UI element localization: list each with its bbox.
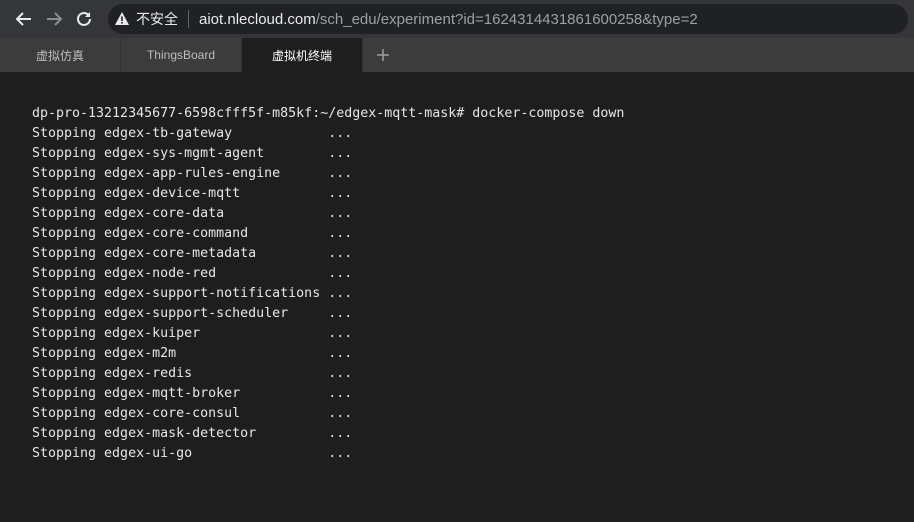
browser-toolbar: 不安全 aiot.nlecloud.com/sch_edu/experiment… (0, 0, 914, 38)
address-bar[interactable]: 不安全 aiot.nlecloud.com/sch_edu/experiment… (108, 4, 908, 34)
back-arrow-icon[interactable] (12, 7, 36, 31)
tab-bar: 虚拟仿真 ThingsBoard 虚拟机终端 (0, 38, 914, 72)
terminal-output-line: Stopping edgex-core-data ... (32, 206, 353, 221)
plus-icon (377, 49, 389, 61)
forward-arrow-icon[interactable] (42, 7, 66, 31)
url-path: /sch_edu/experiment?id=16243144318616002… (315, 10, 698, 28)
tab-vm-terminal[interactable]: 虚拟机终端 (242, 38, 363, 72)
security-label: 不安全 (136, 12, 178, 28)
terminal-output-line: Stopping edgex-m2m ... (32, 346, 353, 361)
terminal-output-line: Stopping edgex-core-consul ... (32, 406, 353, 421)
add-tab-button[interactable] (363, 38, 403, 72)
terminal-output-line: Stopping edgex-core-metadata ... (32, 246, 353, 261)
terminal-output-line: Stopping edgex-device-mqtt ... (32, 186, 353, 201)
terminal-output-line: Stopping edgex-tb-gateway ... (32, 126, 353, 141)
terminal-output-line: Stopping edgex-mask-detector ... (32, 426, 353, 441)
terminal-output-line: Stopping edgex-app-rules-engine ... (32, 166, 353, 181)
terminal-output[interactable]: dp-pro-13212345677-6598cfff5f-m85kf:~/ed… (32, 104, 902, 464)
terminal-output-line: Stopping edgex-support-scheduler ... (32, 306, 353, 321)
url-text[interactable]: aiot.nlecloud.com/sch_edu/experiment?id=… (199, 11, 698, 28)
terminal-output-line: Stopping edgex-mqtt-broker ... (32, 386, 353, 401)
url-host: aiot.nlecloud.com (199, 10, 316, 28)
terminal-output-line: Stopping edgex-sys-mgmt-agent ... (32, 146, 353, 161)
security-indicator[interactable]: 不安全 (114, 10, 189, 28)
terminal-output-line: Stopping edgex-ui-go ... (32, 446, 353, 461)
terminal-output-line: Stopping edgex-kuiper ... (32, 326, 353, 341)
terminal-output-line: Stopping edgex-core-command ... (32, 226, 353, 241)
warning-icon (115, 12, 129, 25)
terminal-output-line: Stopping edgex-redis ... (32, 366, 353, 381)
tab-thingsboard[interactable]: ThingsBoard (121, 38, 242, 72)
terminal-output-line: Stopping edgex-node-red ... (32, 266, 353, 281)
reload-icon[interactable] (72, 7, 96, 31)
terminal-command-line: dp-pro-13212345677-6598cfff5f-m85kf:~/ed… (32, 106, 625, 121)
tab-virtual-simulation[interactable]: 虚拟仿真 (0, 38, 121, 72)
terminal-output-line: Stopping edgex-support-notifications ... (32, 286, 353, 301)
